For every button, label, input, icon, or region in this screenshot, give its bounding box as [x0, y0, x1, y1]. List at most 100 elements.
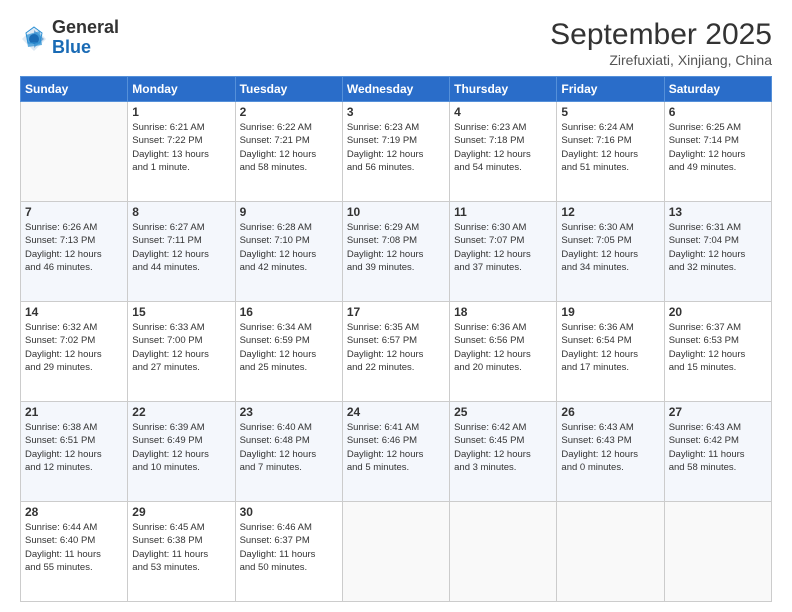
day-info: Sunrise: 6:30 AM Sunset: 7:07 PM Dayligh… — [454, 221, 552, 274]
day-info: Sunrise: 6:23 AM Sunset: 7:18 PM Dayligh… — [454, 121, 552, 174]
day-number: 2 — [240, 105, 338, 119]
calendar-cell — [342, 502, 449, 602]
day-info: Sunrise: 6:26 AM Sunset: 7:13 PM Dayligh… — [25, 221, 123, 274]
calendar-cell: 6Sunrise: 6:25 AM Sunset: 7:14 PM Daylig… — [664, 102, 771, 202]
calendar-cell: 4Sunrise: 6:23 AM Sunset: 7:18 PM Daylig… — [450, 102, 557, 202]
logo: General Blue — [20, 18, 119, 58]
calendar-week-row: 1 Sunrise: 6:21 AM Sunset: 7:22 PM Daylig… — [21, 102, 772, 202]
calendar-cell: 22Sunrise: 6:39 AM Sunset: 6:49 PM Dayli… — [128, 402, 235, 502]
day-number: 15 — [132, 305, 230, 319]
calendar-cell: 5Sunrise: 6:24 AM Sunset: 7:16 PM Daylig… — [557, 102, 664, 202]
day-info: Sunrise: 6:40 AM Sunset: 6:48 PM Dayligh… — [240, 421, 338, 474]
day-info: Sunrise: 6:23 AM Sunset: 7:19 PM Dayligh… — [347, 121, 445, 174]
calendar-cell: 16 Sunrise: 6:34 AM Sunset: 6:59 PM Dayli… — [235, 302, 342, 402]
day-number: 21 — [25, 405, 123, 419]
day-number: 12 — [561, 205, 659, 219]
day-info: Sunrise: 6:32 AM Sunset: 7:02 PM Dayligh… — [25, 321, 123, 374]
calendar-cell: 28 Sunrise: 6:44 AM Sunset: 6:40 PM Dayli… — [21, 502, 128, 602]
day-info: Sunrise: 6:31 AM Sunset: 7:04 PM Dayligh… — [669, 221, 767, 274]
weekday-header: Friday — [557, 77, 664, 102]
calendar-cell: 25 Sunrise: 6:42 AM Sunset: 6:45 PM Dayli… — [450, 402, 557, 502]
day-number: 16 — [240, 305, 338, 319]
day-info: Sunrise: 6:24 AM Sunset: 7:16 PM Dayligh… — [561, 121, 659, 174]
calendar-cell: 7 Sunrise: 6:26 AM Sunset: 7:13 PM Daylig… — [21, 202, 128, 302]
day-number: 1 — [132, 105, 230, 119]
calendar-week-row: 28 Sunrise: 6:44 AM Sunset: 6:40 PM Dayli… — [21, 502, 772, 602]
day-info: Sunrise: 6:35 AM Sunset: 6:57 PM Dayligh… — [347, 321, 445, 374]
day-info: Sunrise: 6:36 AM Sunset: 6:54 PM Dayligh… — [561, 321, 659, 374]
calendar-cell — [664, 502, 771, 602]
calendar-cell: 23Sunrise: 6:40 AM Sunset: 6:48 PM Dayli… — [235, 402, 342, 502]
day-number: 25 — [454, 405, 552, 419]
day-number: 27 — [669, 405, 767, 419]
day-info: Sunrise: 6:46 AM Sunset: 6:37 PM Dayligh… — [240, 521, 338, 574]
calendar-cell — [557, 502, 664, 602]
calendar-header-row: SundayMondayTuesdayWednesdayThursdayFrid… — [21, 77, 772, 102]
calendar-cell: 3Sunrise: 6:23 AM Sunset: 7:19 PM Daylig… — [342, 102, 449, 202]
calendar-week-row: 14 Sunrise: 6:32 AM Sunset: 7:02 PM Dayli… — [21, 302, 772, 402]
day-info: Sunrise: 6:44 AM Sunset: 6:40 PM Dayligh… — [25, 521, 123, 574]
calendar-cell: 17 Sunrise: 6:35 AM Sunset: 6:57 PM Dayli… — [342, 302, 449, 402]
calendar-cell: 10Sunrise: 6:29 AM Sunset: 7:08 PM Dayli… — [342, 202, 449, 302]
weekday-header: Sunday — [21, 77, 128, 102]
day-number: 9 — [240, 205, 338, 219]
weekday-header: Saturday — [664, 77, 771, 102]
day-info: Sunrise: 6:33 AM Sunset: 7:00 PM Dayligh… — [132, 321, 230, 374]
day-number: 14 — [25, 305, 123, 319]
day-info: Sunrise: 6:27 AM Sunset: 7:11 PM Dayligh… — [132, 221, 230, 274]
day-info: Sunrise: 6:38 AM Sunset: 6:51 PM Dayligh… — [25, 421, 123, 474]
calendar-cell: 15 Sunrise: 6:33 AM Sunset: 7:00 PM Dayli… — [128, 302, 235, 402]
day-info: Sunrise: 6:21 AM Sunset: 7:22 PM Dayligh… — [132, 121, 230, 174]
calendar-cell: 20Sunrise: 6:37 AM Sunset: 6:53 PM Dayli… — [664, 302, 771, 402]
logo-text: General Blue — [52, 18, 119, 58]
day-info: Sunrise: 6:43 AM Sunset: 6:43 PM Dayligh… — [561, 421, 659, 474]
calendar-cell: 2 Sunrise: 6:22 AM Sunset: 7:21 PM Daylig… — [235, 102, 342, 202]
logo-icon — [20, 25, 48, 53]
day-info: Sunrise: 6:22 AM Sunset: 7:21 PM Dayligh… — [240, 121, 338, 174]
calendar-table: SundayMondayTuesdayWednesdayThursdayFrid… — [20, 76, 772, 602]
weekday-header: Monday — [128, 77, 235, 102]
day-number: 26 — [561, 405, 659, 419]
calendar-cell — [450, 502, 557, 602]
day-number: 29 — [132, 505, 230, 519]
logo-blue-text: Blue — [52, 38, 119, 58]
day-info: Sunrise: 6:42 AM Sunset: 6:45 PM Dayligh… — [454, 421, 552, 474]
calendar-cell: 29 Sunrise: 6:45 AM Sunset: 6:38 PM Dayli… — [128, 502, 235, 602]
day-number: 7 — [25, 205, 123, 219]
day-number: 28 — [25, 505, 123, 519]
day-number: 8 — [132, 205, 230, 219]
day-number: 20 — [669, 305, 767, 319]
weekday-header: Tuesday — [235, 77, 342, 102]
header: General Blue September 2025 Zirefuxiati,… — [20, 18, 772, 68]
day-number: 19 — [561, 305, 659, 319]
day-number: 18 — [454, 305, 552, 319]
calendar-cell — [21, 102, 128, 202]
location: Zirefuxiati, Xinjiang, China — [550, 52, 772, 68]
page: General Blue September 2025 Zirefuxiati,… — [0, 0, 792, 612]
month-title: September 2025 — [550, 18, 772, 52]
weekday-header: Wednesday — [342, 77, 449, 102]
day-info: Sunrise: 6:39 AM Sunset: 6:49 PM Dayligh… — [132, 421, 230, 474]
day-info: Sunrise: 6:41 AM Sunset: 6:46 PM Dayligh… — [347, 421, 445, 474]
day-number: 24 — [347, 405, 445, 419]
day-number: 6 — [669, 105, 767, 119]
calendar-cell: 13Sunrise: 6:31 AM Sunset: 7:04 PM Dayli… — [664, 202, 771, 302]
calendar-cell: 19 Sunrise: 6:36 AM Sunset: 6:54 PM Dayli… — [557, 302, 664, 402]
day-info: Sunrise: 6:30 AM Sunset: 7:05 PM Dayligh… — [561, 221, 659, 274]
day-info: Sunrise: 6:45 AM Sunset: 6:38 PM Dayligh… — [132, 521, 230, 574]
day-number: 17 — [347, 305, 445, 319]
calendar-week-row: 7 Sunrise: 6:26 AM Sunset: 7:13 PM Daylig… — [21, 202, 772, 302]
day-info: Sunrise: 6:34 AM Sunset: 6:59 PM Dayligh… — [240, 321, 338, 374]
day-number: 30 — [240, 505, 338, 519]
calendar-cell: 14 Sunrise: 6:32 AM Sunset: 7:02 PM Dayli… — [21, 302, 128, 402]
calendar-cell: 26 Sunrise: 6:43 AM Sunset: 6:43 PM Dayli… — [557, 402, 664, 502]
calendar-cell: 27Sunrise: 6:43 AM Sunset: 6:42 PM Dayli… — [664, 402, 771, 502]
calendar-cell: 8 Sunrise: 6:27 AM Sunset: 7:11 PM Daylig… — [128, 202, 235, 302]
day-number: 10 — [347, 205, 445, 219]
calendar-cell: 24 Sunrise: 6:41 AM Sunset: 6:46 PM Dayli… — [342, 402, 449, 502]
logo-general-text: General — [52, 18, 119, 38]
calendar-cell: 9Sunrise: 6:28 AM Sunset: 7:10 PM Daylig… — [235, 202, 342, 302]
calendar-cell: 11Sunrise: 6:30 AM Sunset: 7:07 PM Dayli… — [450, 202, 557, 302]
title-block: September 2025 Zirefuxiati, Xinjiang, Ch… — [550, 18, 772, 68]
weekday-header: Thursday — [450, 77, 557, 102]
